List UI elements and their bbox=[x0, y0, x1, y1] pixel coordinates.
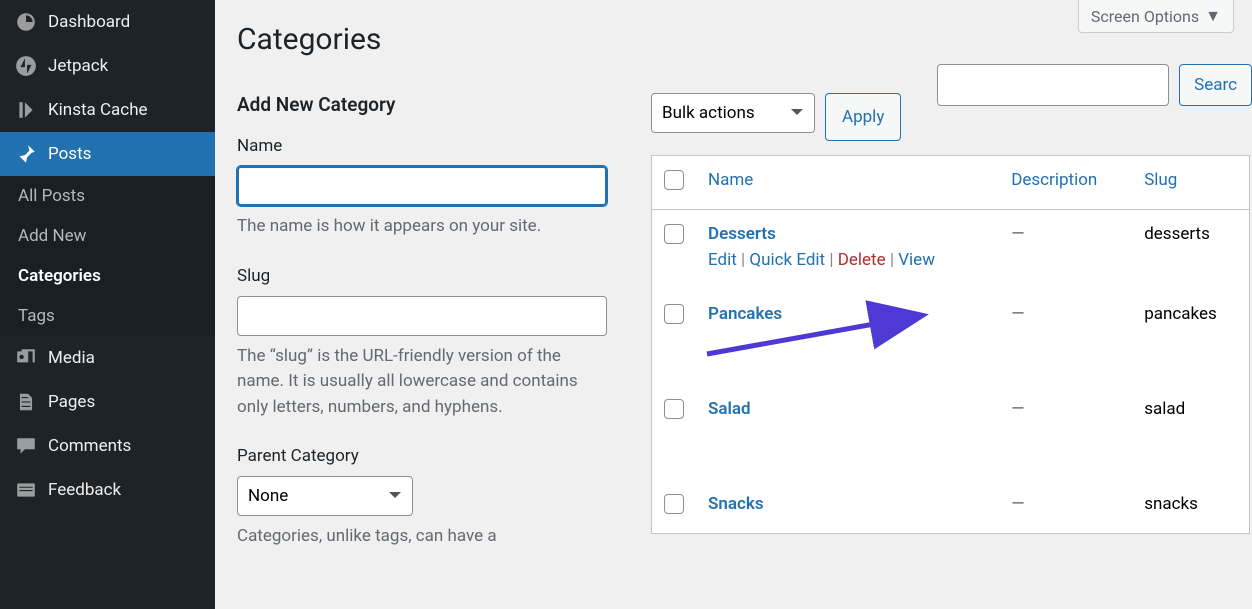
row-checkbox[interactable] bbox=[664, 224, 684, 244]
parent-description: Categories, unlike tags, can have a bbox=[237, 524, 607, 550]
sidebar-item-kinsta-cache[interactable]: Kinsta Cache bbox=[0, 88, 215, 132]
search-bar: Searc bbox=[937, 64, 1252, 106]
sidebar-item-media[interactable]: Media bbox=[0, 336, 215, 380]
sidebar-item-label: Kinsta Cache bbox=[48, 100, 148, 120]
sidebar-item-posts[interactable]: Posts bbox=[0, 132, 215, 176]
column-name[interactable]: Name bbox=[696, 156, 999, 210]
table-row: Pancakes — pancakes bbox=[652, 284, 1250, 343]
slug-description: The “slug” is the URL-friendly version o… bbox=[237, 344, 607, 421]
column-slug[interactable]: Slug bbox=[1132, 156, 1249, 210]
table-row: Salad — salad bbox=[652, 343, 1250, 438]
description-cell: — bbox=[999, 343, 1132, 438]
comment-icon bbox=[14, 434, 38, 458]
slug-cell: desserts bbox=[1132, 210, 1249, 285]
search-button[interactable]: Searc bbox=[1179, 64, 1252, 106]
slug-label: Slug bbox=[237, 266, 607, 286]
submenu-categories[interactable]: Categories bbox=[0, 256, 215, 296]
sidebar-item-label: Dashboard bbox=[48, 12, 130, 32]
submenu-all-posts[interactable]: All Posts bbox=[0, 176, 215, 216]
name-label: Name bbox=[237, 136, 607, 156]
posts-submenu: All Posts Add New Categories Tags bbox=[0, 176, 215, 336]
parent-select[interactable]: None bbox=[237, 476, 413, 516]
pages-icon bbox=[14, 390, 38, 414]
form-heading: Add New Category bbox=[237, 93, 607, 116]
jetpack-icon bbox=[14, 54, 38, 78]
sidebar-item-label: Jetpack bbox=[48, 56, 108, 76]
sidebar-item-pages[interactable]: Pages bbox=[0, 380, 215, 424]
screen-options-toggle[interactable]: Screen Options ▼ bbox=[1078, 0, 1234, 33]
media-icon bbox=[14, 346, 38, 370]
sidebar-item-dashboard[interactable]: Dashboard bbox=[0, 0, 215, 44]
screen-options-label: Screen Options bbox=[1091, 7, 1199, 26]
row-actions: Edit | Quick Edit | Delete | View bbox=[708, 250, 987, 270]
categories-table-panel: Bulk actions Apply Name Description Slug bbox=[651, 93, 1252, 550]
select-all-checkbox[interactable] bbox=[664, 170, 684, 190]
name-description: The name is how it appears on your site. bbox=[237, 214, 607, 240]
row-checkbox[interactable] bbox=[664, 494, 684, 514]
sidebar-item-comments[interactable]: Comments bbox=[0, 424, 215, 468]
submenu-add-new[interactable]: Add New bbox=[0, 216, 215, 256]
name-input[interactable] bbox=[237, 166, 607, 206]
sidebar-item-feedback[interactable]: Feedback bbox=[0, 468, 215, 512]
chevron-down-icon: ▼ bbox=[1205, 6, 1221, 26]
submenu-tags[interactable]: Tags bbox=[0, 296, 215, 336]
category-link[interactable]: Snacks bbox=[708, 494, 764, 514]
quick-edit-link[interactable]: Quick Edit bbox=[749, 250, 825, 270]
pin-icon bbox=[14, 142, 38, 166]
bulk-actions-select[interactable]: Bulk actions bbox=[651, 93, 815, 133]
search-input[interactable] bbox=[937, 64, 1169, 106]
kinsta-icon bbox=[14, 98, 38, 122]
dashboard-icon bbox=[14, 10, 38, 34]
apply-button[interactable]: Apply bbox=[825, 93, 901, 141]
slug-cell: snacks bbox=[1132, 438, 1249, 534]
table-row: Desserts Edit | Quick Edit | Delete | Vi… bbox=[652, 210, 1250, 285]
category-link[interactable]: Pancakes bbox=[708, 304, 782, 324]
sidebar-item-label: Pages bbox=[48, 392, 95, 412]
row-checkbox[interactable] bbox=[664, 399, 684, 419]
table-row: Snacks — snacks bbox=[652, 438, 1250, 534]
sidebar-item-jetpack[interactable]: Jetpack bbox=[0, 44, 215, 88]
category-link[interactable]: Salad bbox=[708, 399, 751, 419]
description-cell: — bbox=[999, 210, 1132, 285]
add-category-form: Add New Category Name The name is how it… bbox=[237, 93, 607, 550]
slug-input[interactable] bbox=[237, 296, 607, 336]
parent-label: Parent Category bbox=[237, 446, 607, 466]
description-cell: — bbox=[999, 284, 1132, 343]
slug-cell: pancakes bbox=[1132, 284, 1249, 343]
column-description[interactable]: Description bbox=[999, 156, 1132, 210]
categories-table: Name Description Slug Desserts Edit | bbox=[651, 155, 1250, 534]
admin-sidebar: Dashboard Jetpack Kinsta Cache Posts All… bbox=[0, 0, 215, 609]
delete-link[interactable]: Delete bbox=[838, 250, 886, 270]
main-content: Screen Options ▼ Searc Categories Add Ne… bbox=[215, 0, 1252, 609]
edit-link[interactable]: Edit bbox=[708, 250, 737, 270]
sidebar-item-label: Media bbox=[48, 348, 95, 368]
sidebar-item-label: Feedback bbox=[48, 480, 121, 500]
category-link[interactable]: Desserts bbox=[708, 224, 776, 244]
sidebar-item-label: Posts bbox=[48, 144, 91, 164]
sidebar-item-label: Comments bbox=[48, 436, 131, 456]
feedback-icon bbox=[14, 478, 38, 502]
slug-cell: salad bbox=[1132, 343, 1249, 438]
row-checkbox[interactable] bbox=[664, 304, 684, 324]
description-cell: — bbox=[999, 438, 1132, 534]
view-link[interactable]: View bbox=[898, 250, 935, 270]
